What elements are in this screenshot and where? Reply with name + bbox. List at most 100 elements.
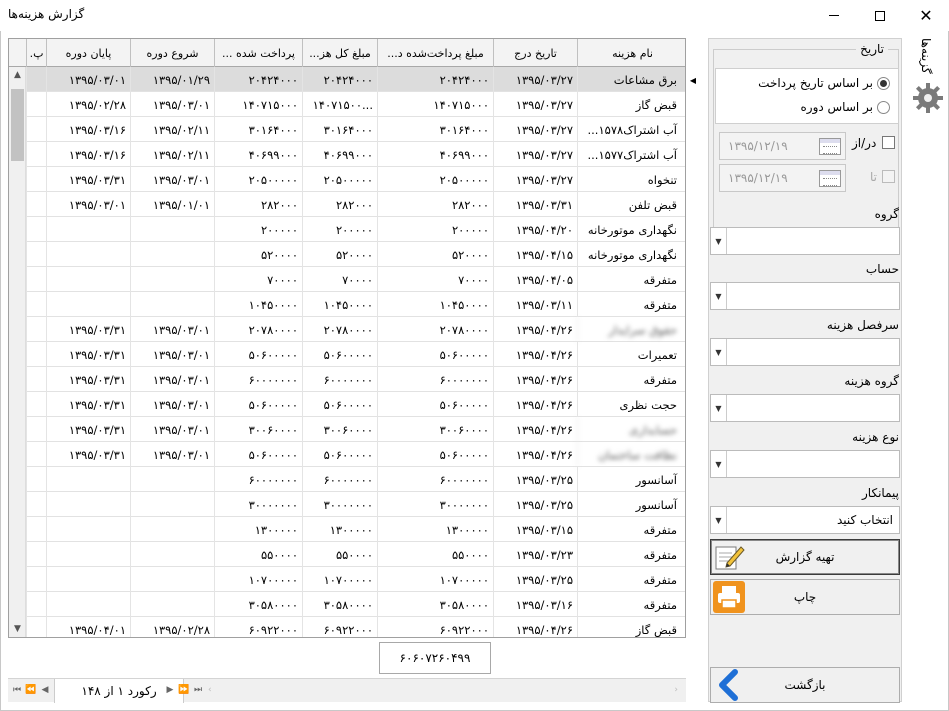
table-cell[interactable] — [26, 417, 46, 442]
table-cell-end[interactable]: ۱۳۹۵/۰۳/۳۱ — [46, 317, 130, 342]
table-cell-paid_d[interactable]: ۳۰۱۶۴۰۰۰ — [377, 117, 493, 142]
cost-type-combo[interactable]: ▼ — [710, 450, 900, 478]
table-cell[interactable] — [26, 242, 46, 267]
table-cell-name[interactable]: نظافت ساختمان — [577, 442, 681, 467]
table-row[interactable]: ۳۰۵۸۰۰۰۰ ۳۰۵۸۰۰۰۰ ۳۰۵۸۰۰۰۰ ۱۳۹۵/۰۳/۱۶ متفرقه — [9, 592, 685, 617]
next-record-icon[interactable]: ▶ — [164, 682, 176, 698]
table-cell-start[interactable]: ۱۳۹۵/۰۳/۰۱ — [130, 317, 214, 342]
table-cell-total[interactable]: ۵۰۶۰۰۰۰۰ — [302, 342, 377, 367]
table-cell-paid[interactable]: ۵۲۰۰۰۰ — [214, 242, 302, 267]
table-cell-name[interactable]: متفرقه — [577, 567, 681, 592]
col-header-end[interactable]: پایان دوره — [46, 39, 130, 67]
scroll-right-icon[interactable]: › — [674, 685, 678, 695]
table-cell-total[interactable]: ۶۰۰۰۰۰۰۰ — [302, 467, 377, 492]
table-cell-end[interactable]: ۱۳۹۵/۰۴/۰۱ — [46, 617, 130, 637]
table-row[interactable]: ۱۳۹۵/۰۳/۱۶ ۱۳۹۵/۰۲/۱۱ ۳۰۱۶۴۰۰۰ ۳۰۱۶۴۰۰۰ ۳۰۱۶… — [9, 117, 685, 142]
table-cell-start[interactable]: ۱۳۹۵/۰۱/۲۹ — [130, 67, 214, 92]
table-cell-total[interactable]: ۵۰۶۰۰۰۰۰ — [302, 392, 377, 417]
table-cell-paid[interactable]: ۳۰۱۶۴۰۰۰ — [214, 117, 302, 142]
table-cell-name[interactable]: قبض گاز — [577, 617, 681, 637]
table-cell[interactable] — [26, 117, 46, 142]
table-cell[interactable] — [26, 67, 46, 92]
table-cell-name[interactable]: آب اشتراک۱۵۷۸... — [577, 117, 681, 142]
col-header-date[interactable]: تاریخ درج — [493, 39, 577, 67]
table-cell-paid_d[interactable]: ۲۰۵۰۰۰۰۰ — [377, 167, 493, 192]
table-cell[interactable] — [26, 617, 46, 637]
table-cell-date[interactable]: ۱۳۹۵/۰۳/۲۷ — [493, 92, 577, 117]
table-cell-date[interactable]: ۱۳۹۵/۰۴/۲۶ — [493, 342, 577, 367]
table-row[interactable]: ۷۰۰۰۰ ۷۰۰۰۰ ۷۰۰۰۰ ۱۳۹۵/۰۴/۰۵ متفرقه — [9, 267, 685, 292]
table-cell-end[interactable] — [46, 542, 130, 567]
table-cell-paid[interactable]: ۷۰۰۰۰ — [214, 267, 302, 292]
table-cell-total[interactable]: ۶۰۹۲۲۰۰۰ — [302, 617, 377, 637]
table-cell-paid_d[interactable]: ۳۰۰۶۰۰۰۰ — [377, 417, 493, 442]
table-row[interactable]: ۱۳۹۵/۰۴/۰۱ ۱۳۹۵/۰۲/۲۸ ۶۰۹۲۲۰۰۰ ۶۰۹۲۲۰۰۰ ۶۰۹۲… — [9, 617, 685, 637]
table-cell-paid_d[interactable]: ۷۰۰۰۰ — [377, 267, 493, 292]
table-cell-paid[interactable]: ۲۸۲۰۰۰ — [214, 192, 302, 217]
table-cell-end[interactable]: ۱۳۹۵/۰۲/۲۸ — [46, 92, 130, 117]
first-record-icon[interactable]: ⏮ — [11, 682, 23, 698]
table-cell-end[interactable]: ۱۳۹۵/۰۳/۰۱ — [46, 192, 130, 217]
chevron-down-icon[interactable]: ▼ — [711, 339, 727, 365]
table-cell-total[interactable]: ۱۳۰۰۰۰۰ — [302, 517, 377, 542]
radio-on-icon[interactable] — [877, 76, 890, 90]
table-cell-date[interactable]: ۱۳۹۵/۰۳/۳۱ — [493, 192, 577, 217]
table-row[interactable]: ۵۵۰۰۰۰ ۵۵۰۰۰۰ ۵۵۰۰۰۰ ۱۳۹۵/۰۳/۲۳ متفرقه — [9, 542, 685, 567]
maximize-button[interactable] — [857, 0, 903, 31]
table-cell-paid_d[interactable]: ۱۴۰۷۱۵۰۰۰ — [377, 92, 493, 117]
table-cell-start[interactable] — [130, 267, 214, 292]
table-cell-end[interactable] — [46, 567, 130, 592]
table-cell-paid_d[interactable]: ۳۰۵۸۰۰۰۰ — [377, 592, 493, 617]
table-cell-end[interactable]: ۱۳۹۵/۰۳/۳۱ — [46, 342, 130, 367]
radio-payment-date[interactable]: بر اساس تاریخ پرداخت — [758, 73, 890, 93]
table-row[interactable]: ۱۳۹۵/۰۳/۳۱ ۱۳۹۵/۰۳/۰۱ ۳۰۰۶۰۰۰۰ ۳۰۰۶۰۰۰۰ ۳۰۰۶… — [9, 417, 685, 442]
table-cell[interactable] — [26, 567, 46, 592]
table-cell-paid_d[interactable]: ۶۰۰۰۰۰۰۰ — [377, 467, 493, 492]
table-cell[interactable] — [26, 342, 46, 367]
table-cell-paid[interactable]: ۲۰۴۲۴۰۰۰ — [214, 67, 302, 92]
table-row[interactable]: ۱۳۹۵/۰۳/۳۱ ۱۳۹۵/۰۳/۰۱ ۲۰۵۰۰۰۰۰ ۲۰۵۰۰۰۰۰ ۲۰۵۰… — [9, 167, 685, 192]
table-cell-start[interactable]: ۱۳۹۵/۰۳/۰۱ — [130, 392, 214, 417]
table-cell-start[interactable]: ۱۳۹۵/۰۳/۰۱ — [130, 417, 214, 442]
table-cell-end[interactable]: ۱۳۹۵/۰۳/۰۱ — [46, 67, 130, 92]
calendar-icon[interactable] — [819, 138, 841, 155]
back-button[interactable]: بازگشت — [710, 667, 900, 703]
table-cell-start[interactable]: ۱۳۹۵/۰۱/۰۱ — [130, 192, 214, 217]
table-cell-end[interactable]: ۱۳۹۵/۰۳/۱۶ — [46, 117, 130, 142]
table-row[interactable]: ۱۳۹۵/۰۲/۲۸ ۱۳۹۵/۰۳/۰۱ ۱۴۰۷۱۵۰۰۰ ...۱۴۰۷۱۵۰۰… — [9, 92, 685, 117]
table-cell-paid[interactable]: ۶۰۰۰۰۰۰۰ — [214, 467, 302, 492]
table-cell-paid_d[interactable]: ۲۰۷۸۰۰۰۰ — [377, 317, 493, 342]
scroll-up-icon[interactable]: ▲ — [9, 67, 26, 83]
table-cell-name[interactable]: تعمیرات — [577, 342, 681, 367]
chevron-down-icon[interactable]: ▼ — [711, 283, 727, 309]
table-cell-total[interactable]: ۳۰۱۶۴۰۰۰ — [302, 117, 377, 142]
table-cell-date[interactable]: ۱۳۹۵/۰۴/۰۵ — [493, 267, 577, 292]
col-header-paid-d[interactable]: مبلغ پرداخت‌شده د... — [377, 39, 493, 67]
table-cell-date[interactable]: ۱۳۹۵/۰۳/۲۷ — [493, 67, 577, 92]
last-record-icon[interactable]: ⏭ — [192, 682, 204, 698]
table-row[interactable]: ۱۳۹۵/۰۳/۳۱ ۱۳۹۵/۰۳/۰۱ ۵۰۶۰۰۰۰۰ ۵۰۶۰۰۰۰۰ ۵۰۶۰… — [9, 392, 685, 417]
table-cell-total[interactable]: ۵۲۰۰۰۰ — [302, 242, 377, 267]
table-row[interactable]: ۱۰۷۰۰۰۰۰ ۱۰۷۰۰۰۰۰ ۱۰۷۰۰۰۰۰ ۱۳۹۵/۰۳/۲۵ متفرقه — [9, 567, 685, 592]
table-cell-total[interactable]: ۲۰۷۸۰۰۰۰ — [302, 317, 377, 342]
table-cell-total[interactable]: ۲۰۴۲۴۰۰۰ — [302, 67, 377, 92]
table-cell-name[interactable]: حجت نظری — [577, 392, 681, 417]
table-cell-paid_d[interactable]: ۲۸۲۰۰۰ — [377, 192, 493, 217]
table-cell-start[interactable] — [130, 242, 214, 267]
table-cell-name[interactable]: متفرقه — [577, 367, 681, 392]
table-cell-start[interactable]: ۱۳۹۵/۰۳/۰۱ — [130, 342, 214, 367]
table-cell-end[interactable] — [46, 467, 130, 492]
table-cell-date[interactable]: ۱۳۹۵/۰۴/۱۵ — [493, 242, 577, 267]
to-date-checkbox[interactable] — [882, 170, 895, 183]
chevron-down-icon[interactable]: ▼ — [711, 451, 727, 477]
table-cell-start[interactable] — [130, 567, 214, 592]
table-cell-paid_d[interactable]: ۵۰۶۰۰۰۰۰ — [377, 392, 493, 417]
table-cell[interactable] — [26, 542, 46, 567]
table-cell-name[interactable]: حقوق سرایدار — [577, 317, 681, 342]
table-cell[interactable] — [26, 517, 46, 542]
scroll-down-icon[interactable]: ▼ — [9, 621, 26, 637]
table-cell-paid_d[interactable]: ۱۰۴۵۰۰۰۰ — [377, 292, 493, 317]
table-cell-paid[interactable]: ۲۰۷۸۰۰۰۰ — [214, 317, 302, 342]
table-cell-name[interactable]: متفرقه — [577, 542, 681, 567]
table-row[interactable]: ۲۰۰۰۰۰ ۲۰۰۰۰۰ ۲۰۰۰۰۰ ۱۳۹۵/۰۴/۲۰ نگهداری موتو… — [9, 217, 685, 242]
